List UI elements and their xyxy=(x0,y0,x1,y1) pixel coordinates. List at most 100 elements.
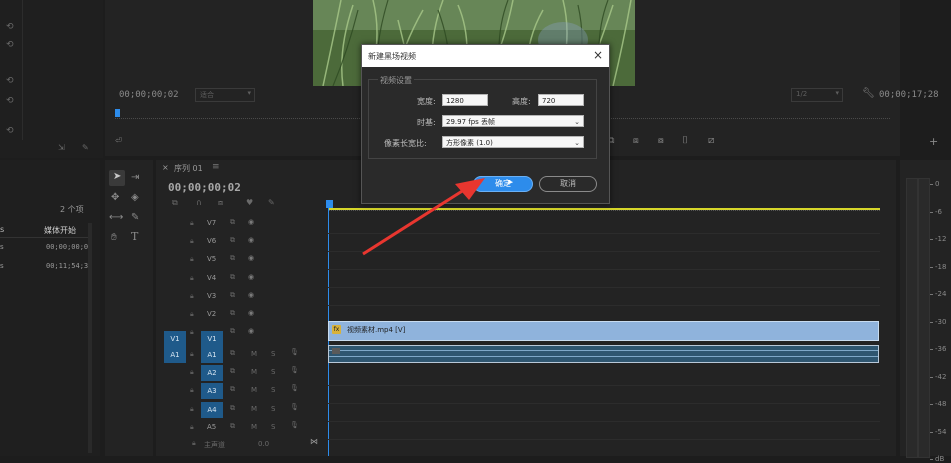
type-tool-icon[interactable]: T xyxy=(131,230,138,243)
lock-icon[interactable]: 🔒︎ xyxy=(190,350,194,359)
video-clip[interactable]: fx 视频素材.mp4 [V] xyxy=(328,321,879,341)
tab-sequence[interactable]: 序列 01 xyxy=(174,163,203,174)
solo-button[interactable]: S xyxy=(271,386,275,394)
selection-tool[interactable]: ➤ xyxy=(109,170,125,186)
column-header-media-start[interactable]: 媒体开始 xyxy=(44,225,76,236)
playhead-marker[interactable] xyxy=(115,109,120,117)
cancel-button[interactable]: 取消 xyxy=(539,176,597,192)
lock-icon[interactable]: 🔒︎ xyxy=(190,386,194,395)
track-target-a1[interactable]: A1 xyxy=(201,347,223,363)
linked-select-icon[interactable]: ⧈ xyxy=(218,198,223,208)
scrollbar[interactable] xyxy=(88,223,92,453)
microphone-icon[interactable]: 🎙︎ xyxy=(290,403,299,411)
source-patch-v1[interactable]: V1 xyxy=(164,331,186,348)
ripple-edit-icon[interactable]: ✥ xyxy=(111,192,119,203)
wrench-icon[interactable]: ✎ xyxy=(268,198,275,207)
hand-icon[interactable]: ✋︎ xyxy=(111,232,117,243)
lock-icon[interactable]: 🔒︎ xyxy=(190,405,194,414)
microphone-icon[interactable]: 🎙︎ xyxy=(290,384,299,392)
track-target-a2[interactable]: A2 xyxy=(201,365,223,382)
slip-icon[interactable]: ⟷ xyxy=(109,212,123,223)
eye-icon[interactable]: ◉ xyxy=(248,309,254,317)
lock-icon[interactable]: 🔒︎ xyxy=(190,368,194,377)
microphone-icon[interactable]: 🎙︎ xyxy=(290,348,299,356)
export-icon[interactable]: ⇲ xyxy=(58,143,65,152)
add-marker-icon[interactable]: ♥ xyxy=(246,198,253,207)
program-timecode[interactable]: 00;00;17;28 xyxy=(879,90,939,100)
solo-button[interactable]: S xyxy=(271,350,275,358)
undo-icon[interactable]: ⟲ xyxy=(6,40,14,50)
add-button-icon[interactable]: + xyxy=(929,135,938,148)
timeline-timecode[interactable]: 00;00;00;02 xyxy=(168,181,241,194)
microphone-icon[interactable]: 🎙︎ xyxy=(290,421,299,429)
lock-icon[interactable]: 🔒︎ xyxy=(192,439,196,448)
overwrite-icon[interactable]: ⧇ xyxy=(658,136,664,146)
sync-lock-icon[interactable]: ⧉ xyxy=(230,422,235,431)
button-editor-icon[interactable]: ⧄ xyxy=(708,135,714,146)
mute-button[interactable]: M xyxy=(251,350,257,358)
sync-lock-icon[interactable]: ⧉ xyxy=(230,404,235,413)
width-field[interactable]: 1280 xyxy=(442,94,488,106)
sync-lock-icon[interactable]: ⧉ xyxy=(230,273,235,282)
fraction-dropdown[interactable]: 1/2 ▾ xyxy=(791,88,843,102)
solo-button[interactable]: S xyxy=(271,405,275,413)
eye-icon[interactable]: ◉ xyxy=(248,327,254,335)
mute-button[interactable]: M xyxy=(251,368,257,376)
undo-icon[interactable]: ⟲ xyxy=(6,126,14,136)
eye-icon[interactable]: ◉ xyxy=(248,291,254,299)
menu-icon[interactable]: ≡ xyxy=(212,162,220,172)
track-select-icon[interactable]: ⇥ xyxy=(131,172,139,183)
close-icon[interactable]: × xyxy=(162,163,169,172)
sync-lock-icon[interactable]: ⧉ xyxy=(230,291,235,300)
lock-icon[interactable]: 🔒︎ xyxy=(190,292,194,301)
timebase-select[interactable]: 29.97 fps 丢帧 ⌄ xyxy=(442,115,584,127)
undo-icon[interactable]: ⟲ xyxy=(6,22,14,32)
track-target-v1[interactable]: V1 xyxy=(201,331,223,348)
pen-icon[interactable]: ✎ xyxy=(131,212,139,223)
playhead-handle[interactable] xyxy=(326,200,333,208)
camera-icon[interactable]: ⌷ xyxy=(682,135,688,146)
source-patch-a1[interactable]: A1 xyxy=(164,347,186,363)
mute-button[interactable]: M xyxy=(251,386,257,394)
source-timecode[interactable]: 00;00;00;02 xyxy=(119,90,179,100)
eye-icon[interactable]: ◉ xyxy=(248,273,254,281)
razor-icon[interactable]: ◈ xyxy=(131,192,139,203)
mute-button[interactable]: M xyxy=(251,423,257,431)
lock-icon[interactable]: 🔒︎ xyxy=(190,328,194,337)
add-marker-icon[interactable]: ⏎ xyxy=(115,136,122,145)
snap-icon[interactable]: ∩ xyxy=(196,198,202,207)
insert-icon[interactable]: ⧈ xyxy=(633,136,639,146)
undo-icon[interactable]: ⟲ xyxy=(6,96,14,106)
lock-icon[interactable]: 🔒︎ xyxy=(190,274,194,283)
sync-lock-icon[interactable]: ⧉ xyxy=(230,254,235,263)
height-field[interactable]: 720 xyxy=(538,94,584,106)
wrench-icon[interactable]: 🔧︎ xyxy=(862,88,875,99)
audio-clip[interactable] xyxy=(328,345,879,363)
wrench-icon[interactable]: ✎ xyxy=(82,143,89,152)
master-volume-value[interactable]: 0.0 xyxy=(258,440,269,448)
nest-icon[interactable]: ⧉ xyxy=(172,198,178,208)
eye-icon[interactable]: ◉ xyxy=(248,236,254,244)
sync-lock-icon[interactable]: ⧉ xyxy=(230,367,235,376)
close-icon[interactable]: × xyxy=(593,48,603,62)
sync-lock-icon[interactable]: ⧉ xyxy=(230,309,235,318)
sync-lock-icon[interactable]: ⧉ xyxy=(230,236,235,245)
lock-icon[interactable]: 🔒︎ xyxy=(190,423,194,432)
lock-icon[interactable]: 🔒︎ xyxy=(190,310,194,319)
pixel-aspect-select[interactable]: 方形像素 (1.0) ⌄ xyxy=(442,136,584,148)
microphone-icon[interactable]: 🎙︎ xyxy=(290,366,299,374)
eye-icon[interactable]: ◉ xyxy=(248,254,254,262)
lock-icon[interactable]: 🔒︎ xyxy=(190,219,194,228)
undo-icon[interactable]: ⟲ xyxy=(6,76,14,86)
track-target-a3[interactable]: A3 xyxy=(201,383,223,400)
eye-icon[interactable]: ◉ xyxy=(248,218,254,226)
mute-button[interactable]: M xyxy=(251,405,257,413)
lock-icon[interactable]: 🔒︎ xyxy=(190,237,194,246)
solo-button[interactable]: S xyxy=(271,423,275,431)
fit-dropdown[interactable]: 适合 ▾ xyxy=(195,88,255,102)
go-to-end-icon[interactable]: ⋈ xyxy=(310,437,318,446)
track-target-a4[interactable]: A4 xyxy=(201,401,223,418)
sync-lock-icon[interactable]: ⧉ xyxy=(230,218,235,227)
sync-lock-icon[interactable]: ⧉ xyxy=(230,349,235,358)
sync-lock-icon[interactable]: ⧉ xyxy=(230,385,235,394)
